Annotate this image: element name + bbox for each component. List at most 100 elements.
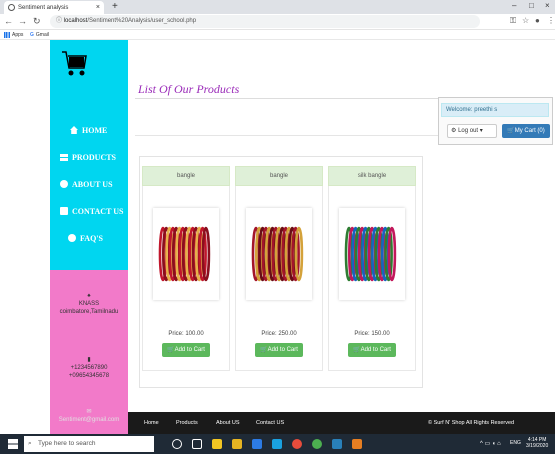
paint-icon[interactable]	[352, 439, 362, 449]
bangle-image	[344, 226, 397, 282]
back-arrow-icon[interactable]: ←	[4, 16, 13, 26]
add-to-cart-button[interactable]: 🛒Add to Cart	[162, 343, 210, 357]
product-price: Price: 100.00	[168, 331, 204, 337]
bookmarks-bar: Apps G Gmail	[0, 30, 555, 40]
email-text: Sentiment@gmail.com	[58, 417, 120, 423]
bangle-image	[158, 226, 211, 282]
gear-icon: ⚙	[451, 128, 457, 134]
browser-tab-bar: Sentiment analysis × + – □ ×	[0, 0, 555, 14]
address-city: coimbatore,Tamilnadu	[59, 309, 119, 315]
apps-grid-icon	[4, 32, 10, 38]
star-icon[interactable]: ☆	[522, 16, 529, 25]
language-indicator[interactable]: ENG	[510, 440, 521, 446]
site-footer: Home Products About US Contact US © Surf…	[128, 412, 555, 434]
address-block: ♠ KNASS coimbatore,Tamilnadu	[50, 292, 128, 316]
footer-link-products[interactable]: Products	[176, 420, 198, 426]
store-icon[interactable]	[212, 439, 222, 449]
product-image[interactable]	[339, 208, 405, 300]
sidebar-item-faqs[interactable]: FAQ'S	[68, 232, 136, 244]
tray-icons[interactable]: ^ ▭ ◖ ⌂	[480, 440, 501, 447]
sidebar-item-contact[interactable]: CONTACT US	[60, 205, 128, 217]
sidebar-item-home[interactable]: HOME	[70, 124, 138, 136]
reload-icon[interactable]: ↻	[33, 16, 41, 27]
category-earrings-button[interactable]: Earrings	[206, 119, 234, 131]
product-image[interactable]	[246, 208, 312, 300]
chrome-icon[interactable]	[312, 439, 322, 449]
divider	[135, 135, 440, 136]
product-name: bangle	[142, 166, 230, 186]
grid-icon	[60, 153, 68, 161]
footer-link-home[interactable]: Home	[144, 420, 159, 426]
welcome-banner: Welcome: preethi s	[441, 103, 549, 117]
cart-logo-icon	[62, 51, 87, 76]
category-chains-button[interactable]: Chains	[176, 119, 201, 131]
file-explorer-icon[interactable]	[232, 439, 242, 449]
browser-toolbar: ← → ↻ ⓘ localhost/Sentiment%20Analysis/u…	[0, 14, 555, 30]
windows-taskbar: ⌕ Type here to search ^ ▭ ◖ ⌂ ENG 4:14 P…	[0, 434, 555, 454]
search-icon: ⌕	[28, 440, 32, 447]
phone-block: ▮ +1234567890 +09654345678	[50, 356, 128, 380]
bookmark-apps[interactable]: Apps	[4, 30, 23, 40]
cart-icon: 🛒	[507, 128, 515, 134]
cart-icon: 🛒	[353, 347, 361, 353]
address-bar[interactable]: ⓘ localhost/Sentiment%20Analysis/user_sc…	[50, 15, 480, 28]
globe-icon	[8, 4, 15, 11]
product-image[interactable]	[153, 208, 219, 300]
taskbar-search-input[interactable]: ⌕ Type here to search	[24, 436, 154, 452]
category-rating-button[interactable]: Rating And Reviews	[240, 119, 300, 131]
sidebar-item-about[interactable]: ABOUT US	[60, 178, 128, 190]
url-path: /Sentiment%20Analysis/user_school.php	[87, 18, 197, 24]
email-block: ✉ Sentiment@gmail.com	[50, 408, 128, 424]
caret-down-icon: ▾	[479, 128, 483, 134]
product-name: bangle	[235, 166, 323, 186]
phone-2: +09654345678	[68, 373, 110, 379]
close-tab-icon[interactable]: ×	[96, 4, 100, 11]
cart-icon: 🛒	[260, 347, 268, 353]
url-host: localhost	[63, 18, 88, 24]
minimize-button[interactable]: –	[512, 1, 516, 10]
mobile-icon: ▮	[87, 357, 91, 363]
location-icon: ♠	[87, 293, 91, 299]
cart-icon: 🛒	[167, 347, 175, 353]
phone-1: +1234567890	[70, 365, 108, 371]
tab-title: Sentiment analysis	[18, 4, 69, 11]
category-bangles-button[interactable]: Bangles	[141, 119, 169, 131]
mail-icon: ✉	[86, 409, 92, 415]
mail-app-icon[interactable]	[272, 439, 282, 449]
bookmark-gmail[interactable]: G Gmail	[30, 30, 49, 40]
add-to-cart-button[interactable]: 🛒Add to Cart	[348, 343, 396, 357]
task-view-icon[interactable]	[192, 439, 202, 449]
menu-dots-icon[interactable]: ⋮	[547, 16, 555, 25]
maximize-button[interactable]: □	[529, 1, 534, 10]
page-title: List Of Our Products	[138, 82, 240, 96]
profile-icon[interactable]: ●	[535, 16, 540, 25]
new-tab-button[interactable]: +	[112, 1, 118, 12]
edge-icon[interactable]	[252, 439, 262, 449]
windows-start-icon[interactable]	[8, 439, 18, 449]
copyright: © Surf N' Shop All Rights Reserved	[428, 420, 515, 426]
home-icon	[70, 126, 78, 134]
logout-button[interactable]: ⚙ Log out ▾	[447, 124, 497, 138]
add-to-cart-button[interactable]: 🛒Add to Cart	[255, 343, 303, 357]
key-icon[interactable]: ⚿	[510, 16, 516, 26]
divider	[135, 98, 440, 99]
my-cart-button[interactable]: 🛒My Cart (0)	[502, 124, 550, 138]
opera-icon[interactable]	[292, 439, 302, 449]
taskbar-clock[interactable]: 4:14 PM 3/19/2020	[526, 437, 548, 449]
bangle-image	[251, 226, 304, 282]
sidebar-item-products[interactable]: PRODUCTS	[60, 151, 128, 163]
browser-tab[interactable]: Sentiment analysis ×	[4, 1, 104, 14]
google-icon: G	[30, 32, 34, 38]
close-window-button[interactable]: ×	[545, 1, 550, 10]
info-icon: ⓘ	[56, 18, 64, 24]
footer-link-about[interactable]: About US	[216, 420, 240, 426]
address-name: KNASS	[78, 301, 100, 307]
info-icon	[60, 180, 68, 188]
forward-arrow-icon[interactable]: →	[18, 16, 27, 26]
footer-link-contact[interactable]: Contact US	[256, 420, 284, 426]
word-icon[interactable]	[332, 439, 342, 449]
product-price: Price: 150.00	[354, 331, 390, 337]
product-price: Price: 250.00	[261, 331, 297, 337]
cortana-icon[interactable]	[172, 439, 182, 449]
chat-icon	[68, 234, 76, 242]
